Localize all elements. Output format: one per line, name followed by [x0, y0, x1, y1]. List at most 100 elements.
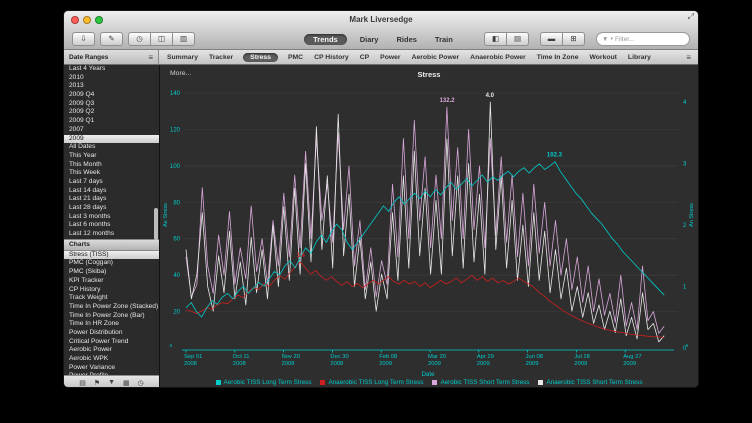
sidebar-menu-icon[interactable]: ≡: [148, 53, 153, 62]
toolbar-group-actions: ◷◫▥: [128, 32, 195, 46]
x-tick-label: Apr 292009: [477, 354, 494, 367]
tab-stress[interactable]: Stress: [243, 53, 278, 62]
chart-canvas[interactable]: 2040608010012014001234∧∧Sep 012008Oct 11…: [160, 65, 699, 388]
sidebar-item-stress-tiss-[interactable]: Stress (TISS): [64, 251, 159, 260]
zoom-button[interactable]: [95, 16, 103, 24]
edit-icon: ✎: [108, 34, 114, 43]
sidebar-item-2009-q4[interactable]: 2009 Q4: [64, 91, 159, 100]
y-right-tick-label: 1: [683, 285, 687, 291]
x-tick-label: Dec 302008: [330, 354, 348, 367]
tab-tracker[interactable]: Tracker: [208, 54, 234, 61]
sidebar-item-track-weight[interactable]: Track Weight: [64, 294, 159, 303]
panel-icon[interactable]: ▤: [79, 379, 86, 387]
download-button[interactable]: ⇩: [72, 32, 95, 46]
sidebar-item-this-week[interactable]: This Week: [64, 169, 159, 178]
sidebar-section-charts[interactable]: Charts: [64, 239, 159, 251]
sidebar-header[interactable]: Date Ranges ≡: [64, 50, 159, 64]
y-right-tick-label: 2: [683, 223, 687, 229]
sidebar-item-last-14-days[interactable]: Last 14 days: [64, 187, 159, 196]
view-tab-rides[interactable]: Rides: [391, 34, 421, 45]
series-aerobic-tiss-long-term-stress: [186, 162, 664, 317]
sidebar-item-this-year[interactable]: This Year: [64, 152, 159, 161]
download-icon: ⇩: [80, 34, 86, 43]
sidebar-item-time-in-hr-zone[interactable]: Time In HR Zone: [64, 320, 159, 329]
sidebar-item-power-distribution[interactable]: Power Distribution: [64, 329, 159, 338]
sidebar-item-2009[interactable]: 2009: [64, 135, 159, 144]
sidebar-item-last-12-months[interactable]: Last 12 months: [64, 230, 159, 239]
view-tab-diary[interactable]: Diary: [355, 34, 384, 45]
view-tab-train[interactable]: Train: [430, 34, 458, 45]
timer-button[interactable]: ◷: [128, 32, 151, 46]
sidebar-item-last-21-days[interactable]: Last 21 days: [64, 195, 159, 204]
tab-cp[interactable]: CP: [359, 54, 370, 61]
sidebar-item-time-in-power-zone-bar-[interactable]: Time In Power Zone (Bar): [64, 312, 159, 321]
sidebar-item-critical-power-trend[interactable]: Critical Power Trend: [64, 338, 159, 347]
tabbar-menu-icon[interactable]: ≡: [686, 53, 691, 62]
legend-item: Aerobic TISS Long Term Stress: [216, 379, 312, 386]
sidebar-item-2009-q2[interactable]: 2009 Q2: [64, 108, 159, 117]
split-button[interactable]: ◫: [151, 32, 173, 46]
tile-view-button[interactable]: ▬: [540, 32, 563, 46]
sidebar-item-2013[interactable]: 2013: [64, 82, 159, 91]
sidebar-header-label: Date Ranges: [69, 54, 108, 61]
tab-aerobic-power[interactable]: Aerobic Power: [411, 54, 461, 61]
filter-field[interactable]: ▼▾ Filter...: [596, 32, 690, 46]
y-right-tick-label: 4: [683, 100, 687, 106]
tab-row: Date Ranges ≡ Summary Tracker Stress PMC CP …: [64, 50, 698, 65]
bookmark-icon[interactable]: ⚑: [94, 379, 100, 387]
sidebar-item-last-6-months[interactable]: Last 6 months: [64, 221, 159, 230]
sidebar-item-power-variance[interactable]: Power Variance: [64, 364, 159, 373]
sidebar-item-this-month[interactable]: This Month: [64, 161, 159, 170]
x-tick-label: Feb 082009: [379, 354, 397, 367]
toolbar-group-panels: ◧▤: [484, 32, 529, 46]
title-bar[interactable]: Mark Liversedge ⤢: [64, 11, 698, 29]
clock-icon[interactable]: ◷: [138, 379, 144, 387]
sidebar-item-kpi-tracker[interactable]: KPI Tracker: [64, 277, 159, 286]
max-annotation: 102.3: [547, 153, 563, 159]
sidebar-item-2009-q1[interactable]: 2009 Q1: [64, 117, 159, 126]
x-axis-title: Date: [421, 371, 435, 378]
sidebar-item-last-28-days[interactable]: Last 28 days: [64, 204, 159, 213]
sidebar-item-aerobic-power[interactable]: Aerobic Power: [64, 346, 159, 355]
trash-button[interactable]: ▥: [173, 32, 195, 46]
tab-summary[interactable]: Summary: [166, 54, 199, 61]
sidebar-item-pmc-coggan-[interactable]: PMC (Coggan): [64, 259, 159, 268]
sidebar-item-all-dates[interactable]: All Dates: [64, 143, 159, 152]
sidebar-item-aerobic-wpk[interactable]: Aerobic WPK: [64, 355, 159, 364]
legend-swatch: [538, 380, 543, 385]
sidebar-item-last-3-months[interactable]: Last 3 months: [64, 213, 159, 222]
toolbar-group-edit: ✎: [100, 32, 123, 46]
filter-icon[interactable]: ▼: [108, 379, 115, 386]
view-tab-trends[interactable]: Trends: [304, 34, 347, 45]
sidebar-scrollbar-thumb[interactable]: [154, 208, 158, 240]
sidebar-item-2007[interactable]: 2007: [64, 126, 159, 135]
lowbar-toggle-button[interactable]: ▤: [507, 32, 529, 46]
tab-cp-history[interactable]: CP History: [313, 54, 350, 61]
sidebar-item-2010[interactable]: 2010: [64, 74, 159, 83]
sidebar-toggle-icon: ◧: [492, 34, 499, 43]
sidebar-item-last-7-days[interactable]: Last 7 days: [64, 178, 159, 187]
toolbar-group-style: ▬⊞: [540, 32, 585, 46]
sidebar: Last 4 Years201020132009 Q42009 Q32009 Q…: [64, 65, 160, 388]
legend-swatch: [216, 380, 221, 385]
chart-icon[interactable]: ▦: [123, 379, 130, 387]
tab-power[interactable]: Power: [379, 54, 401, 61]
sidebar-item-cp-history[interactable]: CP History: [64, 286, 159, 295]
tab-workout[interactable]: Workout: [588, 54, 617, 61]
sidebar-toggle-button[interactable]: ◧: [484, 32, 507, 46]
minimize-button[interactable]: [83, 16, 91, 24]
sidebar-item-last-4-years[interactable]: Last 4 Years: [64, 65, 159, 74]
tab-pmc[interactable]: PMC: [287, 54, 304, 61]
edit-button[interactable]: ✎: [100, 32, 123, 46]
chart-tabs: Summary Tracker Stress PMC CP History CP Power…: [159, 53, 698, 62]
sidebar-item-2009-q3[interactable]: 2009 Q3: [64, 100, 159, 109]
sidebar-item-pmc-skiba-[interactable]: PMC (Skiba): [64, 268, 159, 277]
tab-view-button[interactable]: ⊞: [563, 32, 585, 46]
close-button[interactable]: [71, 16, 79, 24]
tab-time-in-zone[interactable]: Time In Zone: [536, 54, 580, 61]
tab-library[interactable]: Library: [627, 54, 652, 61]
sidebar-item-time-in-power-zone-stacked-[interactable]: Time In Power Zone (Stacked): [64, 303, 159, 312]
x-tick-label: Jun 082009: [526, 354, 543, 367]
fullscreen-icon[interactable]: ⤢: [688, 12, 694, 22]
tab-anaerobic-power[interactable]: Anaerobic Power: [469, 54, 527, 61]
